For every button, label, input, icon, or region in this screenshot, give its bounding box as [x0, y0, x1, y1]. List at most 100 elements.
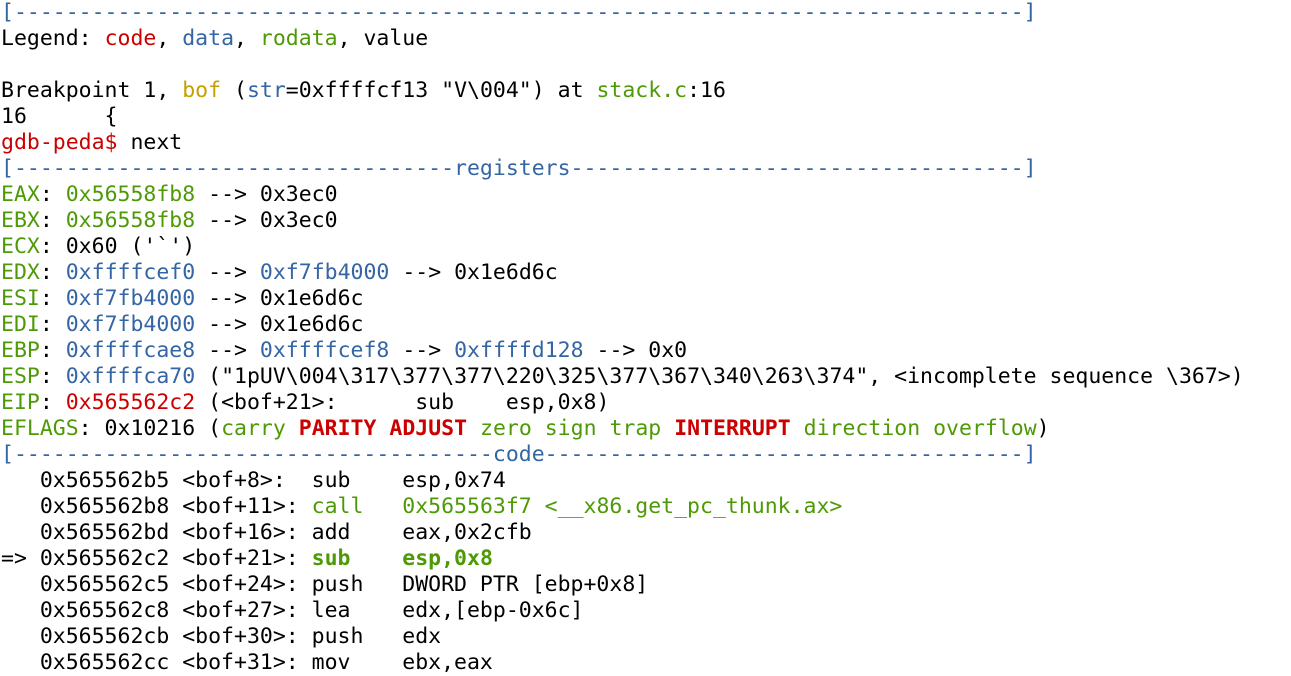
text-segment: 0x56558fb8 [65, 182, 196, 207]
text-segment: : [39, 182, 66, 207]
text-segment: : [39, 312, 66, 337]
register-eflags: EFLAGS: 0x10216 (carry PARITY ADJUST zer… [1, 416, 1291, 442]
text-segment: => 0x565562c2 <bof+21>: [1, 546, 312, 571]
text-segment [920, 416, 933, 441]
text-segment: 0x565562c5 <bof+24>: push DWORD PTR [ebp… [1, 572, 649, 597]
text-segment: rodata [259, 26, 338, 51]
text-segment [467, 416, 480, 441]
text-segment: --> 0x1e6d6c [195, 286, 364, 311]
text-segment: : 0x10216 ( [78, 416, 222, 441]
gdb-prompt-line: gdb-peda$ next [1, 130, 1291, 156]
text-segment: Breakpoint 1, [1, 78, 183, 103]
text-segment: [---------------------------------------… [1, 0, 1037, 25]
text-segment: ESP [1, 364, 40, 389]
text-segment: : [39, 364, 66, 389]
text-segment [376, 416, 389, 441]
text-segment: , value [337, 26, 429, 51]
text-segment: 0xf7fb4000 [65, 286, 196, 311]
text-segment: 0xf7fb4000 [259, 260, 390, 285]
terminal-output[interactable]: [---------------------------------------… [0, 0, 1291, 676]
code-line: 0x565562c8 <bof+27>: lea edx,[ebp-0x6c] [1, 598, 1291, 624]
text-segment: 0x56558fb8 [65, 208, 196, 233]
text-segment: call 0x565563f7 <__x86.get_pc_thunk.ax> [311, 494, 843, 519]
text-segment: --> 0x1e6d6c [389, 260, 558, 285]
text-segment: gdb-peda$ [1, 130, 131, 155]
code-line: 0x565562b8 <bof+11>: call 0x565563f7 <__… [1, 494, 1291, 520]
text-segment: [------------------------------------- [1, 442, 493, 467]
text-segment: 0x565562b8 <bof+11>: [1, 494, 312, 519]
text-segment: [---------------------------------- [1, 156, 455, 181]
text-segment [791, 416, 804, 441]
text-segment: EDI [1, 312, 40, 337]
text-segment [532, 416, 545, 441]
text-segment: --> [195, 260, 260, 285]
text-segment: 0xffffcae8 [65, 338, 196, 363]
register-eax: EAX: 0x56558fb8 --> 0x3ec0 [1, 182, 1291, 208]
text-segment: EFLAGS [1, 416, 79, 441]
text-segment: : 0x60 ('`') [39, 234, 196, 259]
text-segment: code [104, 26, 157, 51]
text-segment: 0x565562cc <bof+31>: mov ebx,eax [1, 650, 493, 675]
code-line: 0x565562b5 <bof+8>: sub esp,0x74 [1, 468, 1291, 494]
text-segment [286, 416, 299, 441]
text-segment: 0x565562bd <bof+16>: add eax,0x2cfb [1, 520, 532, 545]
text-segment: ("1pUV\004\317\377\377\220\325\377\367\3… [195, 364, 1244, 389]
text-segment: PARITY [298, 416, 377, 441]
legend-line: Legend: code, data, rodata, value [1, 26, 1291, 52]
text-segment: =0xffffcf13 "V\004") at [285, 78, 597, 103]
text-segment: bof [182, 78, 222, 103]
text-segment: ECX [1, 234, 40, 259]
text-segment: EIP [1, 390, 40, 415]
code-line: 0x565562cb <bof+30>: push edx [1, 624, 1291, 650]
text-segment: EBP [1, 338, 40, 363]
text-segment: --> 0x3ec0 [195, 182, 338, 207]
text-segment: 0x565562cb <bof+30>: push edx [1, 624, 442, 649]
text-segment: next [130, 130, 183, 155]
text-segment: --> 0x1e6d6c [195, 312, 364, 337]
register-ebx: EBX: 0x56558fb8 --> 0x3ec0 [1, 208, 1291, 234]
text-segment: sub esp,0x8 [311, 546, 493, 571]
text-segment: 0xffffd128 [454, 338, 584, 363]
code-line: 0x565562bd <bof+16>: add eax,0x2cfb [1, 520, 1291, 546]
text-segment: -----------------------------------] [570, 156, 1037, 181]
text-segment: code [492, 442, 545, 467]
text-segment: data [182, 26, 235, 51]
text-segment: EDX [1, 260, 40, 285]
register-edx: EDX: 0xffffcef0 --> 0xf7fb4000 --> 0x1e6… [1, 260, 1291, 286]
text-segment: ADJUST [389, 416, 468, 441]
text-segment: registers [454, 156, 571, 181]
text-segment: , [234, 26, 260, 51]
text-segment: (<bof+21>: sub esp,0x8) [195, 390, 610, 415]
text-segment: ( [221, 78, 247, 103]
register-esp: ESP: 0xffffca70 ("1pUV\004\317\377\377\2… [1, 364, 1291, 390]
text-segment: ESI [1, 286, 40, 311]
text-segment: zero [480, 416, 532, 441]
text-segment: 0x565562c8 <bof+27>: lea edx,[ebp-0x6c] [1, 598, 584, 623]
register-edi: EDI: 0xf7fb4000 --> 0x1e6d6c [1, 312, 1291, 338]
breakpoint-line: Breakpoint 1, bof (str=0xffffcf13 "V\004… [1, 78, 1291, 104]
text-segment: 0xffffca70 [65, 364, 196, 389]
text-segment: trap [609, 416, 662, 441]
text-segment [597, 416, 610, 441]
text-segment: : [39, 286, 66, 311]
text-segment: : [39, 260, 66, 285]
code-line-current: => 0x565562c2 <bof+21>: sub esp,0x8 [1, 546, 1291, 572]
text-segment [661, 416, 674, 441]
register-eip: EIP: 0x565562c2 (<bof+21>: sub esp,0x8) [1, 390, 1291, 416]
register-ecx: ECX: 0x60 ('`') [1, 234, 1291, 260]
text-segment: carry [221, 416, 286, 441]
separator-top: [---------------------------------------… [1, 0, 1291, 26]
text-segment: --> 0x3ec0 [195, 208, 338, 233]
text-segment: : [39, 338, 66, 363]
text-segment: Legend: [1, 26, 105, 51]
text-segment: 0x565562b5 <bof+8>: sub esp,0x74 [1, 468, 506, 493]
code-line: 0x565562cc <bof+31>: mov ebx,eax [1, 650, 1291, 676]
source-line: 16 { [1, 104, 1291, 130]
text-segment: EAX [1, 182, 40, 207]
register-ebp: EBP: 0xffffcae8 --> 0xffffcef8 --> 0xfff… [1, 338, 1291, 364]
register-esi: ESI: 0xf7fb4000 --> 0x1e6d6c [1, 286, 1291, 312]
text-segment: ) [1036, 416, 1050, 441]
text-segment: : [39, 390, 66, 415]
text-segment: : [39, 208, 66, 233]
text-segment: 0x565562c2 [65, 390, 196, 415]
